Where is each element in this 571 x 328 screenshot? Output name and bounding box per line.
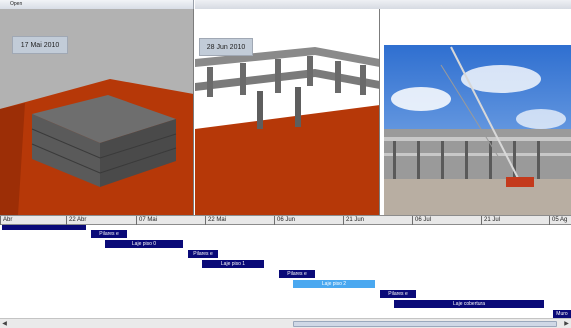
model-1-date: 17 Mai 2010 <box>12 36 68 54</box>
timeline-tick: 05 Ag <box>549 216 567 225</box>
right-window-title <box>195 1 205 7</box>
gantt-task-bar[interactable]: Laje piso 1 <box>202 260 264 268</box>
right-window-titlebar[interactable] <box>195 0 571 9</box>
gantt-task-bar[interactable]: Laje piso 2 <box>293 280 375 288</box>
timeline-ruler: Abr 22 Abr 07 Mai 22 Mai 06 Jun 21 Jun 06 Jul 2… <box>0 215 571 225</box>
gantt-chart[interactable]: Pilares e Laje piso 0 Pilares e Laje piso 1… <box>0 225 571 318</box>
gantt-task-bar[interactable]: Pilares e <box>279 270 315 278</box>
horizontal-scrollbar[interactable]: ◀ ▶ <box>0 318 571 328</box>
left-window-titlebar[interactable]: Open <box>0 0 194 9</box>
scrollbar-thumb[interactable] <box>293 321 557 327</box>
timeline-tick: 06 Jun <box>274 216 295 225</box>
gantt-task-bar[interactable]: Laje piso 0 <box>105 240 183 248</box>
model-view-1[interactable]: 17 Mai 2010 <box>0 9 194 215</box>
gantt-task-bar[interactable] <box>2 225 86 230</box>
timeline-tick: Abr <box>0 216 12 225</box>
timeline-tick: 22 Mai <box>205 216 226 225</box>
gantt-task-bar[interactable]: Pilares e <box>91 230 127 238</box>
timeline-tick: 21 Jul <box>481 216 500 225</box>
construction-photo <box>384 45 571 215</box>
timeline-tick: 22 Abr <box>66 216 86 225</box>
model-2-date: 28 Jun 2010 <box>199 38 253 56</box>
gantt-task-bar[interactable]: Pilares e <box>380 290 416 298</box>
gantt-task-bar[interactable]: Laje cobertura <box>394 300 544 308</box>
model-view-2[interactable]: 28 Jun 2010 <box>195 9 380 215</box>
gantt-task-bar[interactable]: Pilares e <box>188 250 218 258</box>
scroll-right-icon[interactable]: ▶ <box>562 320 571 328</box>
timeline-tick: 21 Jun <box>343 216 364 225</box>
site-photo <box>381 9 571 215</box>
timeline-tick: 07 Mai <box>136 216 157 225</box>
gantt-task-bar[interactable]: Muro <box>553 310 571 318</box>
left-window-title: Open <box>10 1 23 7</box>
scroll-left-icon[interactable]: ◀ <box>0 320 9 328</box>
timeline-tick: 06 Jul <box>412 216 431 225</box>
